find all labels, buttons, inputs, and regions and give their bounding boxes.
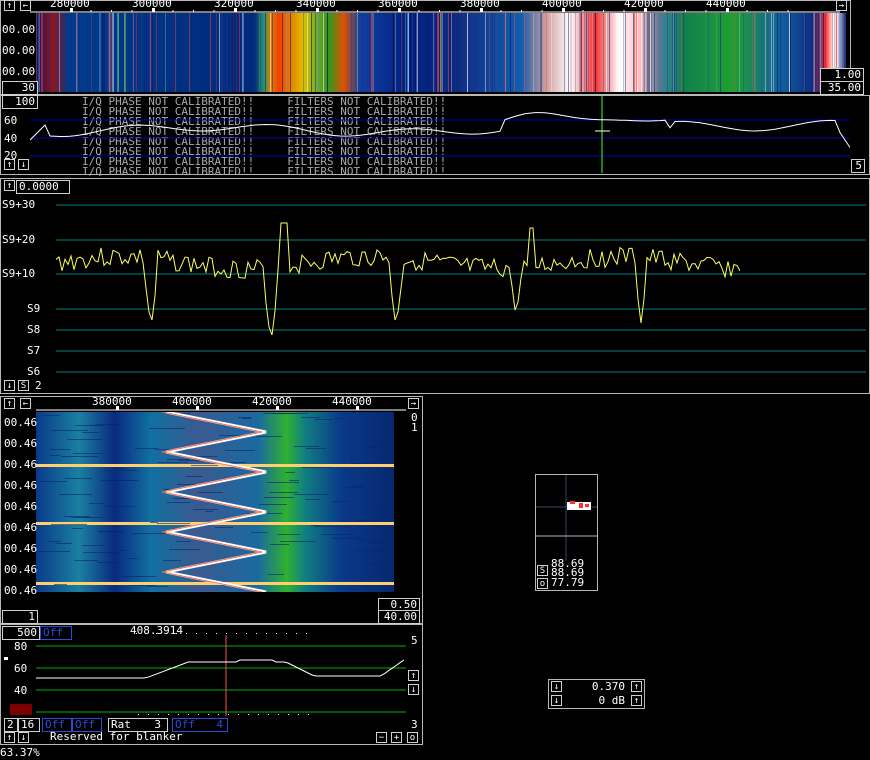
hires-time-label: 00.46 — [4, 416, 38, 429]
hires-time-label: 00.46 — [4, 521, 38, 534]
o-button[interactable]: o — [407, 732, 418, 743]
coh-value-1: 0.370 — [591, 680, 625, 693]
afc-s-button[interactable]: S — [537, 565, 548, 576]
smeter-s-button[interactable]: S — [18, 380, 29, 391]
plus-button[interactable]: + — [391, 732, 402, 743]
high-res-waterfall-image — [36, 412, 394, 592]
s-level-label: S6 — [27, 365, 41, 378]
spectrum-y-label: 40 — [4, 132, 18, 145]
baseband-y-label: 80 — [14, 640, 28, 653]
s-level-label: S9+30 — [2, 198, 36, 211]
freq-tick-label: 380000 — [460, 0, 500, 10]
ctrl-2-box[interactable]: 2 — [4, 718, 18, 732]
freq-tick-label: 420000 — [624, 0, 664, 10]
coh-up-button-1[interactable]: ↑ — [631, 681, 642, 692]
baseband-trace — [36, 659, 405, 679]
baseband-marker — [4, 657, 8, 660]
hires-freq-tick: 380000 — [92, 395, 132, 408]
waterfall-gain-box[interactable]: 1.00 — [820, 68, 864, 82]
hires-right-button[interactable]: → — [408, 398, 419, 409]
baseband-right-bottom: 3 — [411, 718, 418, 731]
baseband-down2-button[interactable]: ↓ — [18, 732, 29, 743]
minus-button[interactable]: − — [376, 732, 387, 743]
spectrum-trace — [30, 112, 850, 148]
hires-zoom-button[interactable]: ↑ — [4, 398, 15, 409]
baseband-up-button[interactable]: ↑ — [408, 670, 419, 681]
s-level-label: S9+20 — [2, 233, 36, 246]
freq-tick-label: 440000 — [706, 0, 746, 10]
hires-time-label: 00.46 — [4, 479, 38, 492]
coh-down-button-2[interactable]: ↓ — [551, 695, 562, 706]
ctrl-16-box[interactable]: 16 — [18, 718, 40, 732]
afc-o-value: 77.79 — [551, 576, 585, 589]
baseband-right-top: 5 — [411, 634, 418, 647]
hires-time-label: 00.46 — [4, 437, 38, 450]
hires-freq-tick: 400000 — [172, 395, 212, 408]
hires-freq-tick: 420000 — [252, 395, 292, 408]
coh-up-button-2[interactable]: ↑ — [631, 695, 642, 706]
freq-tick-label: 340000 — [296, 0, 336, 10]
hires-right-top2: 1 — [411, 421, 418, 434]
main-waterfall-image — [36, 13, 846, 92]
freq-tick-label: 360000 — [378, 0, 418, 10]
spectrum-bottom-right-box[interactable]: 5 — [851, 159, 865, 173]
spectrum-up-button[interactable]: ↑ — [4, 159, 15, 170]
zoom-in-button[interactable]: ↑ — [4, 0, 15, 11]
hires-freq-tick: 440000 — [332, 395, 372, 408]
hires-time-label: 00.46 — [4, 458, 38, 471]
afc-o-button[interactable]: o — [537, 578, 548, 589]
s-level-label: S8 — [27, 323, 41, 336]
coh-down-button-1[interactable]: ↓ — [551, 681, 562, 692]
baseband-y-label: 60 — [14, 662, 28, 675]
freq-tick-label: 320000 — [214, 0, 254, 10]
blanker-text: Reserved for blanker — [50, 730, 183, 743]
baseband-graph — [36, 633, 406, 716]
bandwidth-box[interactable]: 500 — [2, 626, 40, 640]
spectrum-y-label: 60 — [4, 114, 18, 127]
baseband-down-button[interactable]: ↓ — [408, 684, 419, 695]
hires-time-label: 00.46 — [4, 542, 38, 555]
waterfall-avg-box[interactable]: 30 — [2, 81, 38, 95]
baseband-y-label: 40 — [14, 684, 28, 697]
freq-tick-label: 400000 — [542, 0, 582, 10]
spectrum-down-button[interactable]: ↓ — [18, 159, 29, 170]
smeter-up-button[interactable]: ↑ — [4, 180, 15, 191]
s-level-label: S9 — [27, 302, 41, 315]
hires-avg-box[interactable]: 1 — [2, 610, 38, 624]
phase-plot — [536, 475, 597, 561]
baseband-up2-button[interactable]: ↑ — [4, 732, 15, 743]
waterfall-offset-box[interactable]: 35.00 — [820, 81, 864, 95]
off-c-value: 4 — [216, 718, 223, 731]
smeter-bottom-value: 2 — [35, 379, 42, 392]
main-spectrum-graph — [30, 95, 850, 173]
level-indicator — [10, 704, 32, 715]
hires-time-label: 00.46 — [4, 563, 38, 576]
hires-left-button[interactable]: ← — [20, 398, 31, 409]
freq-tick-label: 280000 — [50, 0, 90, 10]
hires-offset-box[interactable]: 40.00 — [378, 610, 420, 624]
cpu-load: 63.37% — [0, 746, 40, 759]
s-level-label: S7 — [27, 344, 41, 357]
hires-time-label: 00.46 — [4, 584, 38, 597]
s-meter-graph — [56, 204, 866, 373]
smeter-down-button[interactable]: ↓ — [4, 380, 15, 391]
hires-time-label: 00.46 — [4, 500, 38, 513]
freq-tick-label: 300000 — [132, 0, 172, 10]
s-level-label: S9+10 — [2, 267, 36, 280]
coh-value-2: 0 dB — [598, 694, 626, 707]
